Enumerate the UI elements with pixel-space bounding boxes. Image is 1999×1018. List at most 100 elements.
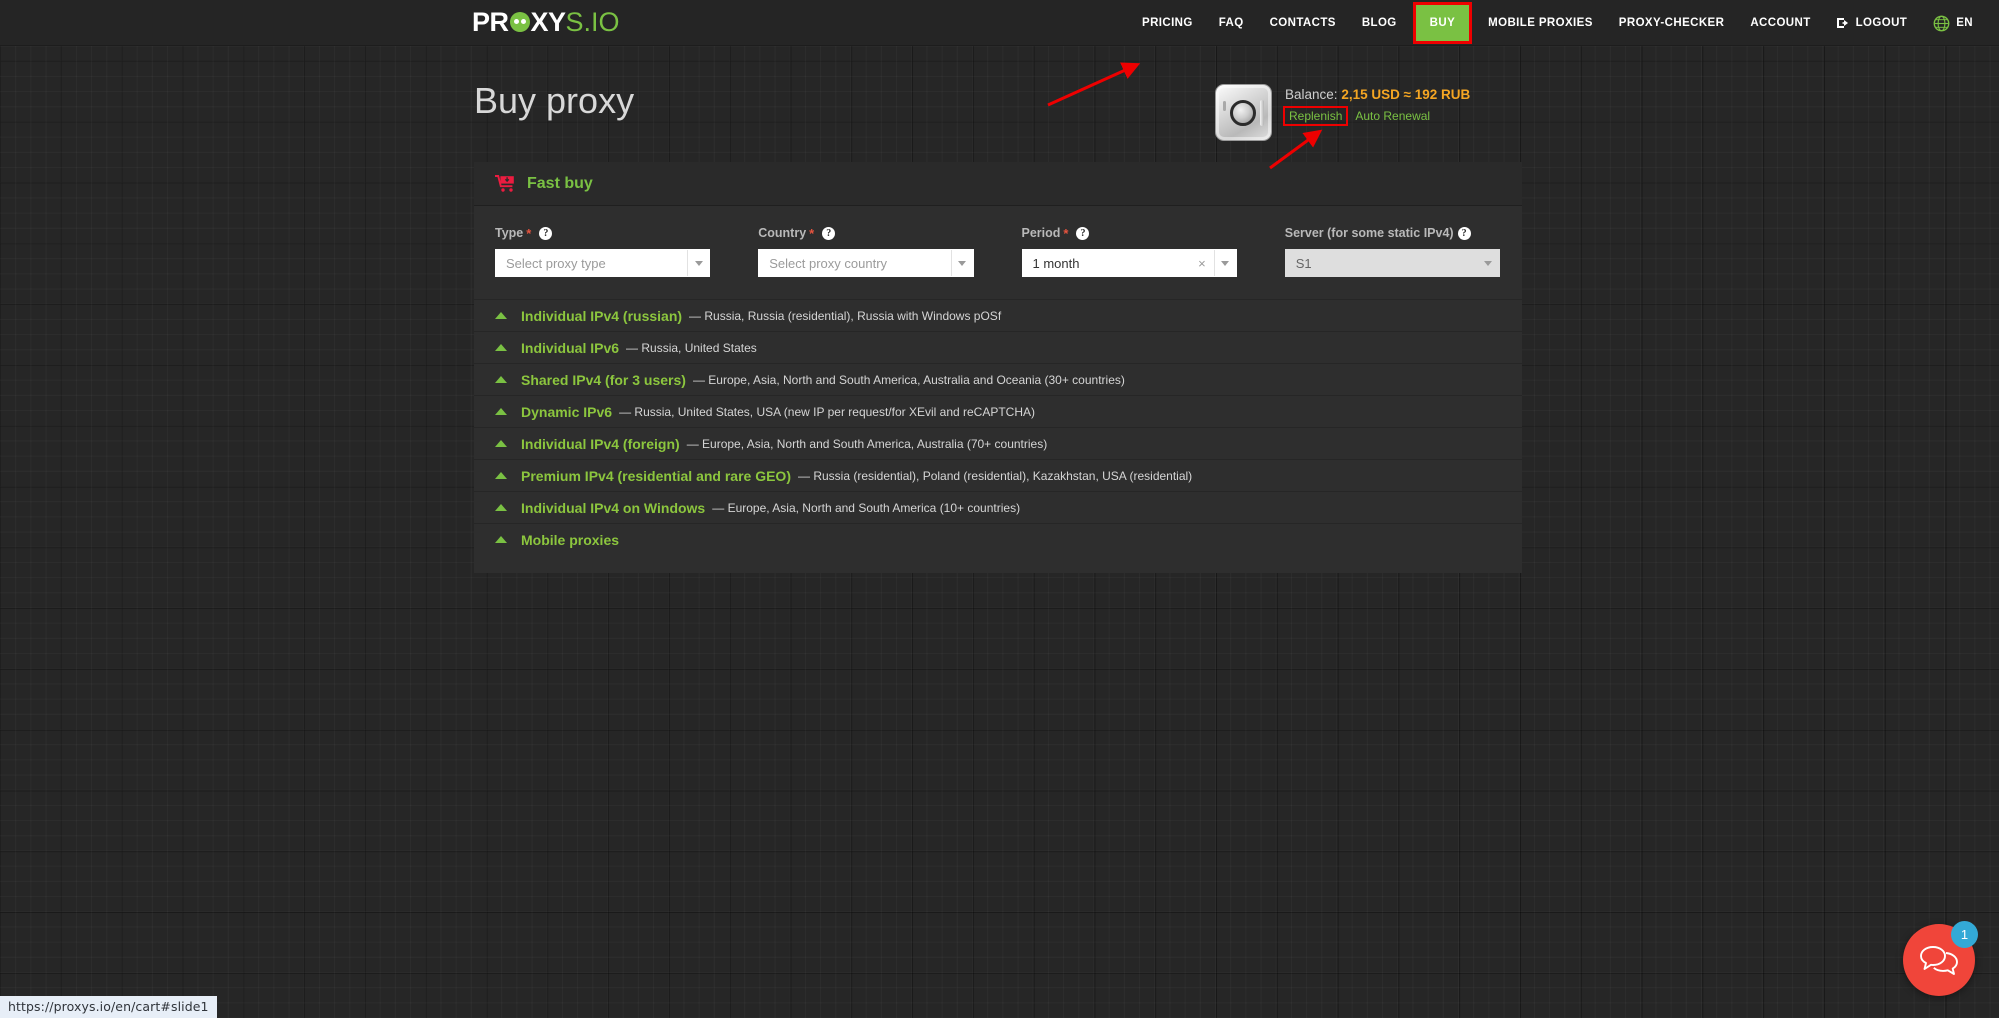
site-logo[interactable]: PR XY S.IO	[472, 8, 620, 36]
field-type-label-text: Type	[495, 226, 524, 240]
accordion-individual-ipv4-windows[interactable]: Individual IPv4 on Windows — Europe, Asi…	[474, 491, 1522, 523]
logo-text-xy: XY	[530, 6, 567, 37]
nav-logout[interactable]: LOGOUT	[1824, 0, 1921, 46]
balance-line: Balance: 2,15 USD ≈ 192 RUB	[1285, 87, 1470, 102]
field-period: Period * ? 1 month ×	[1021, 226, 1237, 277]
field-country: Country * ? Select proxy country	[758, 226, 974, 277]
chevron-up-icon	[495, 536, 507, 543]
proxy-country-select-arrow[interactable]	[950, 250, 973, 276]
field-server-label-text: Server (for some static IPv4)	[1284, 226, 1454, 240]
nav-faq[interactable]: FAQ	[1206, 0, 1257, 46]
chevron-up-icon	[495, 472, 507, 479]
field-period-label-text: Period	[1021, 226, 1061, 240]
field-country-help-icon[interactable]: ?	[822, 226, 836, 240]
field-country-label-text: Country	[758, 226, 807, 240]
chevron-down-icon	[958, 260, 966, 266]
nav-proxy-checker[interactable]: PROXY-CHECKER	[1606, 0, 1738, 46]
language-label: EN	[1956, 17, 1973, 29]
replenish-link[interactable]: Replenish	[1282, 106, 1349, 126]
accordion-dynamic-ipv6[interactable]: Dynamic IPv6 — Russia, United States, US…	[474, 395, 1522, 427]
field-country-label: Country * ?	[758, 226, 973, 240]
site-header: PR XY S.IO PRICING FAQ CONTACTS BLOG BUY…	[0, 0, 1999, 46]
nav-account[interactable]: ACCOUNT	[1737, 0, 1823, 46]
chat-unread-badge: 1	[1951, 921, 1978, 948]
proxy-mask-icon	[509, 12, 530, 32]
panel-bottom-spacer	[474, 555, 1522, 573]
main-navigation: PRICING FAQ CONTACTS BLOG BUY MOBILE PRO…	[1129, 0, 1979, 46]
fast-buy-form: Type * ? Select proxy type Country * ? S…	[474, 206, 1522, 299]
accordion-title: Dynamic IPv6	[521, 403, 613, 420]
proxy-category-accordion: Individual IPv4 (russian) — Russia, Russ…	[474, 299, 1522, 555]
accordion-desc: — Russia, Russia (residential), Russia w…	[689, 308, 1002, 323]
balance-amount: 2,15 USD ≈ 192 RUB	[1341, 87, 1471, 102]
field-country-required: *	[809, 225, 815, 241]
nav-mobile-proxies[interactable]: MOBILE PROXIES	[1475, 0, 1606, 46]
period-clear-button[interactable]: ×	[1190, 256, 1214, 271]
chat-bubbles-icon	[1920, 946, 1958, 975]
proxy-country-select-value: Select proxy country	[769, 255, 888, 271]
shopping-cart-icon	[495, 175, 514, 192]
accordion-shared-ipv4[interactable]: Shared IPv4 (for 3 users) — Europe, Asia…	[474, 363, 1522, 395]
server-select-value: S1	[1295, 255, 1312, 271]
accordion-desc: — Europe, Asia, North and South America,…	[686, 436, 1048, 451]
safe-vault-icon	[1215, 84, 1272, 141]
accordion-desc: — Europe, Asia, North and South America …	[712, 500, 1021, 515]
globe-icon	[1933, 15, 1950, 31]
server-select-arrow	[1477, 250, 1499, 276]
annotation-arrow-to-buy	[1047, 62, 1141, 107]
field-period-help-icon[interactable]: ?	[1076, 226, 1090, 240]
safe-hinge	[1223, 101, 1226, 111]
logout-icon	[1836, 18, 1848, 28]
accordion-individual-ipv6[interactable]: Individual IPv6 — Russia, United States	[474, 331, 1522, 363]
field-server: Server (for some static IPv4) ? S1	[1284, 226, 1500, 277]
field-period-required: *	[1063, 225, 1069, 241]
fast-buy-panel: Fast buy Type * ? Select proxy type Coun…	[474, 162, 1522, 573]
accordion-individual-ipv4-foreign[interactable]: Individual IPv4 (foreign) — Europe, Asia…	[474, 427, 1522, 459]
accordion-title: Shared IPv4 (for 3 users)	[521, 371, 686, 388]
page-title: Buy proxy	[474, 80, 635, 121]
field-server-label: Server (for some static IPv4) ?	[1285, 226, 1500, 240]
chat-widget[interactable]: 1	[1903, 921, 1978, 996]
field-type-help-icon[interactable]: ?	[539, 226, 553, 240]
field-type: Type * ? Select proxy type	[495, 226, 711, 277]
auto-renewal-link[interactable]: Auto Renewal	[1355, 109, 1430, 123]
chevron-up-icon	[495, 312, 507, 319]
nav-contacts[interactable]: CONTACTS	[1257, 0, 1349, 46]
field-type-label: Type * ?	[495, 226, 710, 240]
accordion-title: Premium IPv4 (residential and rare GEO)	[521, 467, 791, 484]
accordion-desc: — Russia, United States	[626, 340, 757, 355]
chevron-up-icon	[495, 440, 507, 447]
accordion-premium-ipv4[interactable]: Premium IPv4 (residential and rare GEO) …	[474, 459, 1522, 491]
accordion-mobile-proxies[interactable]: Mobile proxies	[474, 523, 1522, 555]
chevron-down-icon	[1221, 260, 1230, 266]
period-select-value: 1 month	[1032, 255, 1080, 271]
proxy-type-select-arrow[interactable]	[687, 250, 709, 276]
proxy-country-select[interactable]: Select proxy country	[758, 249, 974, 277]
accordion-individual-ipv4-russian[interactable]: Individual IPv4 (russian) — Russia, Russ…	[474, 299, 1522, 331]
accordion-title: Mobile proxies	[521, 531, 620, 548]
accordion-title: Individual IPv4 (russian)	[521, 307, 683, 324]
proxy-type-select[interactable]: Select proxy type	[495, 249, 711, 277]
accordion-desc: — Europe, Asia, North and South America,…	[692, 372, 1125, 387]
nav-buy[interactable]: BUY	[1412, 2, 1473, 44]
safe-dial	[1229, 99, 1256, 126]
balance-label: Balance:	[1285, 87, 1338, 102]
nav-blog[interactable]: BLOG	[1349, 0, 1410, 46]
logo-text-sio: S.IO	[565, 6, 620, 37]
accordion-desc: — Russia, United States, USA (new IP per…	[619, 404, 1036, 419]
nav-pricing[interactable]: PRICING	[1129, 0, 1206, 46]
browser-status-url: https://proxys.io/en/cart#slide1	[0, 996, 217, 1018]
period-select-arrow[interactable]	[1213, 250, 1236, 276]
fast-buy-panel-header: Fast buy	[474, 162, 1522, 206]
field-server-help-icon[interactable]: ?	[1457, 226, 1471, 240]
proxy-type-select-value: Select proxy type	[506, 255, 606, 271]
chevron-up-icon	[495, 408, 507, 415]
server-select[interactable]: S1	[1284, 249, 1500, 277]
period-select[interactable]: 1 month ×	[1021, 249, 1237, 277]
chevron-down-icon	[1484, 260, 1492, 266]
language-switcher[interactable]: EN	[1920, 0, 1979, 46]
accordion-title: Individual IPv6	[521, 339, 620, 356]
logo-text-pr: PR	[472, 6, 509, 37]
field-period-label: Period * ?	[1022, 226, 1237, 240]
safe-handle	[1260, 100, 1264, 126]
